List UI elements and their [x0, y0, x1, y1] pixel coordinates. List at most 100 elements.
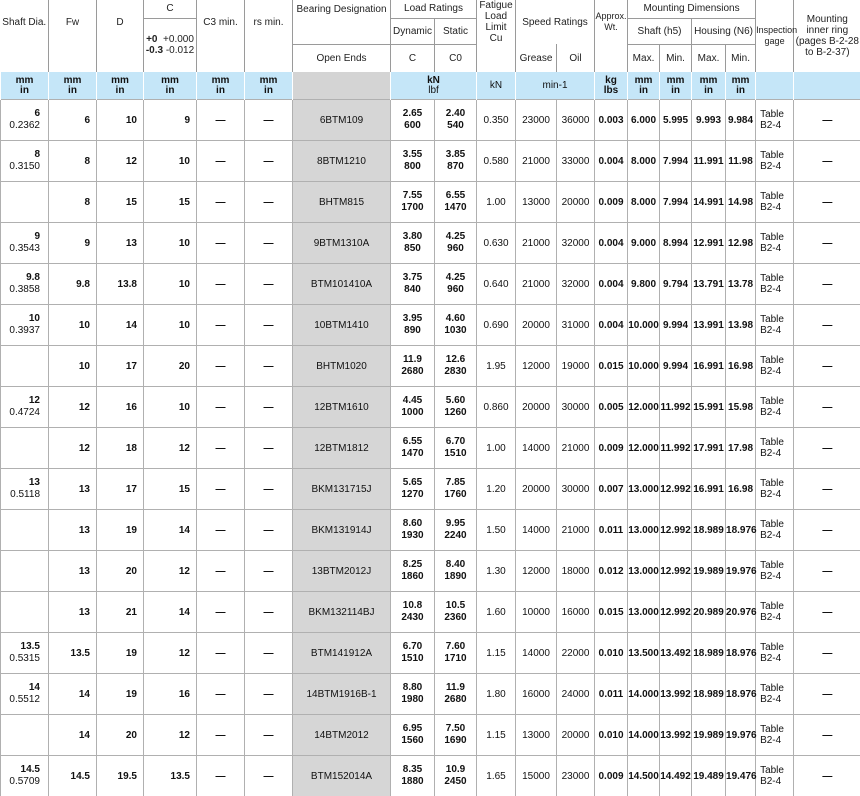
cell-oil: 36000 — [557, 100, 595, 141]
cell-d: 19 — [97, 674, 144, 715]
table-row: 13.50.531513.51912——BTM141912A6.7015107.… — [1, 633, 860, 674]
cell-shaft-max: 13.000 — [628, 510, 660, 551]
cell-c: 14 — [144, 510, 197, 551]
cell-oil: 20000 — [557, 182, 595, 223]
table-row: 130.5118131715——BKM131715J5.6512707.8517… — [1, 469, 860, 510]
cell-oil: 19000 — [557, 346, 595, 387]
cell-grease: 13000 — [516, 715, 557, 756]
header-shaft-dia: Shaft Dia. — [1, 0, 49, 44]
unit-housing-min: mmin — [726, 72, 756, 100]
cell-shaft-min: 9.794 — [660, 264, 692, 305]
cell-c3: — — [197, 510, 245, 551]
cell-shaft-min: 7.994 — [660, 182, 692, 223]
cell-housing-min: 13.78 — [726, 264, 756, 305]
cell-shaft-max: 13.500 — [628, 633, 660, 674]
header-fatigue: Fatigue Load Limit Cu — [477, 0, 516, 44]
cell-c: 12 — [144, 551, 197, 592]
cell-designation: 8BTM1210 — [293, 141, 391, 182]
table-row: 90.354391310——9BTM1310A3.808504.259600.6… — [1, 223, 860, 264]
cell-shaft-min: 7.994 — [660, 141, 692, 182]
cell-fw: 14 — [49, 715, 97, 756]
cell-oil: 30000 — [557, 387, 595, 428]
cell-inspection: TableB2-4 — [756, 223, 794, 264]
cell-fw: 10 — [49, 305, 97, 346]
header-blank-3 — [97, 44, 144, 72]
cell-designation: 14BTM2012 — [293, 715, 391, 756]
cell-housing-min: 15.98 — [726, 387, 756, 428]
cell-grease: 14000 — [516, 633, 557, 674]
header-shaft-min: Min. — [660, 44, 692, 72]
cell-housing-min: 19.976 — [726, 715, 756, 756]
cell-housing-min: 18.976 — [726, 510, 756, 551]
table-row: 132012——13BTM2012J8.2518608.4018901.3012… — [1, 551, 860, 592]
cell-fatigue: 1.00 — [477, 428, 516, 469]
cell-dynamic: 8.801980 — [391, 674, 435, 715]
cell-inspection: TableB2-4 — [756, 387, 794, 428]
cell-rs: — — [245, 633, 293, 674]
cell-housing-min: 12.98 — [726, 223, 756, 264]
cell-designation: 6BTM109 — [293, 100, 391, 141]
cell-shaft-dia: 140.5512 — [1, 674, 49, 715]
cell-rs: — — [245, 387, 293, 428]
cell-mounting-ring: — — [794, 264, 860, 305]
cell-rs: — — [245, 182, 293, 223]
cell-fatigue: 1.20 — [477, 469, 516, 510]
cell-grease: 14000 — [516, 510, 557, 551]
cell-shaft-dia — [1, 592, 49, 633]
cell-housing-min: 16.98 — [726, 469, 756, 510]
cell-inspection: TableB2-4 — [756, 756, 794, 796]
cell-d: 18 — [97, 428, 144, 469]
cell-c3: — — [197, 469, 245, 510]
cell-d: 17 — [97, 469, 144, 510]
table-row: 60.23626109——6BTM1092.656002.405400.3502… — [1, 100, 860, 141]
inspection-line2: gage — [756, 36, 793, 47]
header-speed-ratings: Speed Ratings — [516, 0, 595, 44]
cell-housing-max: 19.989 — [692, 715, 726, 756]
cell-housing-max: 19.989 — [692, 551, 726, 592]
cell-oil: 30000 — [557, 469, 595, 510]
cell-shaft-dia: 60.2362 — [1, 100, 49, 141]
cell-mounting-ring: — — [794, 387, 860, 428]
header-fatigue-blank — [477, 44, 516, 72]
cell-rs: — — [245, 674, 293, 715]
cell-designation: BKM132114BJ — [293, 592, 391, 633]
cell-c: 16 — [144, 674, 197, 715]
table-row: 131914——BKM131914J8.6019309.9522401.5014… — [1, 510, 860, 551]
cell-c: 13.5 — [144, 756, 197, 796]
cell-grease: 12000 — [516, 551, 557, 592]
cell-mounting-ring: — — [794, 510, 860, 551]
header-c: C — [144, 0, 197, 18]
cell-c: 10 — [144, 223, 197, 264]
table-row: 81515——BHTM8157.5517006.5514701.00130002… — [1, 182, 860, 223]
cell-c3: — — [197, 633, 245, 674]
cell-weight: 0.011 — [595, 510, 628, 551]
cell-weight: 0.004 — [595, 264, 628, 305]
cell-static: 4.601030 — [435, 305, 477, 346]
cell-housing-max: 20.989 — [692, 592, 726, 633]
cell-c: 10 — [144, 141, 197, 182]
header-designation: Bearing Designation — [293, 0, 391, 18]
cell-c3: — — [197, 387, 245, 428]
unit-shaft: mmin — [1, 72, 49, 100]
cell-housing-max: 13.991 — [692, 305, 726, 346]
cell-housing-min: 18.976 — [726, 674, 756, 715]
cell-shaft-dia — [1, 510, 49, 551]
cell-d: 21 — [97, 592, 144, 633]
cell-fatigue: 1.50 — [477, 510, 516, 551]
cell-shaft-min: 5.995 — [660, 100, 692, 141]
cell-oil: 21000 — [557, 510, 595, 551]
cell-designation: 9BTM1310A — [293, 223, 391, 264]
cell-c3: — — [197, 592, 245, 633]
cell-c3: — — [197, 141, 245, 182]
cell-shaft-dia: 130.5118 — [1, 469, 49, 510]
cell-designation: 13BTM2012J — [293, 551, 391, 592]
cell-housing-max: 9.993 — [692, 100, 726, 141]
cell-shaft-dia — [1, 551, 49, 592]
weight-line2: Wt. — [595, 22, 627, 33]
cell-dynamic: 4.451000 — [391, 387, 435, 428]
header-c3: C3 min. — [197, 0, 245, 44]
cell-housing-max: 12.991 — [692, 223, 726, 264]
unit-fw: mmin — [49, 72, 97, 100]
cell-d: 20 — [97, 551, 144, 592]
cell-shaft-min: 8.994 — [660, 223, 692, 264]
